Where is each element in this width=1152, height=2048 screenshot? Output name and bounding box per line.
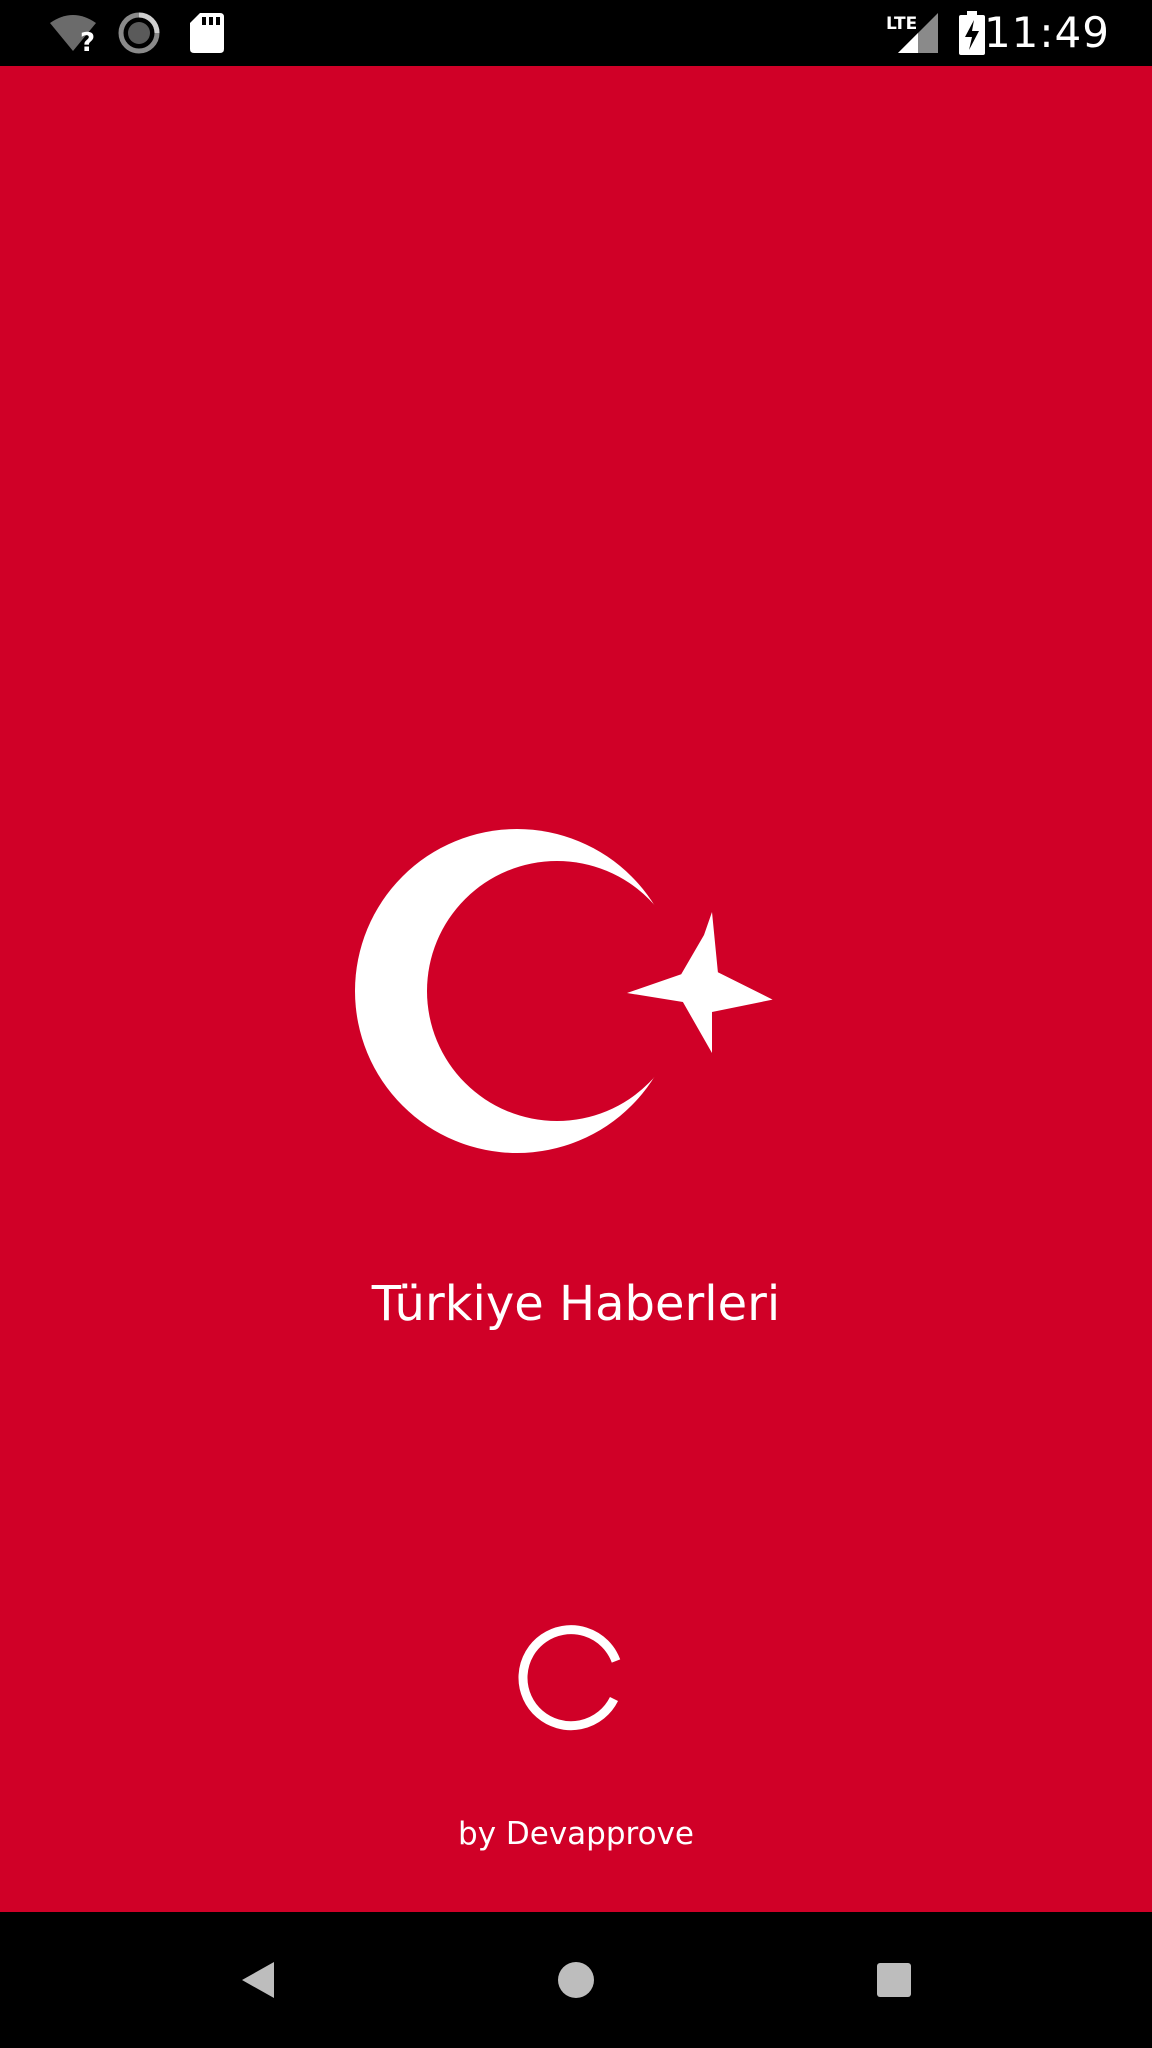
svg-text:?: ? [80,28,95,53]
back-button[interactable] [218,1940,298,2020]
status-bar: ? LTE 11:49 [0,0,1152,66]
home-icon [558,1962,594,1998]
home-button[interactable] [536,1940,616,2020]
developer-byline: by Devapprove [458,1816,694,1852]
status-time: 11:49 [983,8,1110,57]
svg-text:LTE: LTE [886,14,917,34]
app-title: Türkiye Haberleri [371,1276,781,1332]
crescent-star-icon [355,829,773,1153]
recents-icon [877,1963,911,1997]
sd-card-icon [190,0,224,66]
lte-signal-icon: LTE [884,0,940,66]
navigation-bar [0,1912,1152,2048]
back-icon [242,1962,274,1998]
loading-spinner-icon [518,1625,621,1731]
sync-progress-icon [118,0,160,66]
battery-charging-icon [958,0,986,66]
recents-button[interactable] [854,1940,934,2020]
screen: ? LTE 11:49 Türkiye Haberleri by Devappr… [0,0,1152,2048]
splash-screen: Türkiye Haberleri by Devapprove [0,66,1152,1912]
wifi-unknown-icon: ? [48,0,98,66]
